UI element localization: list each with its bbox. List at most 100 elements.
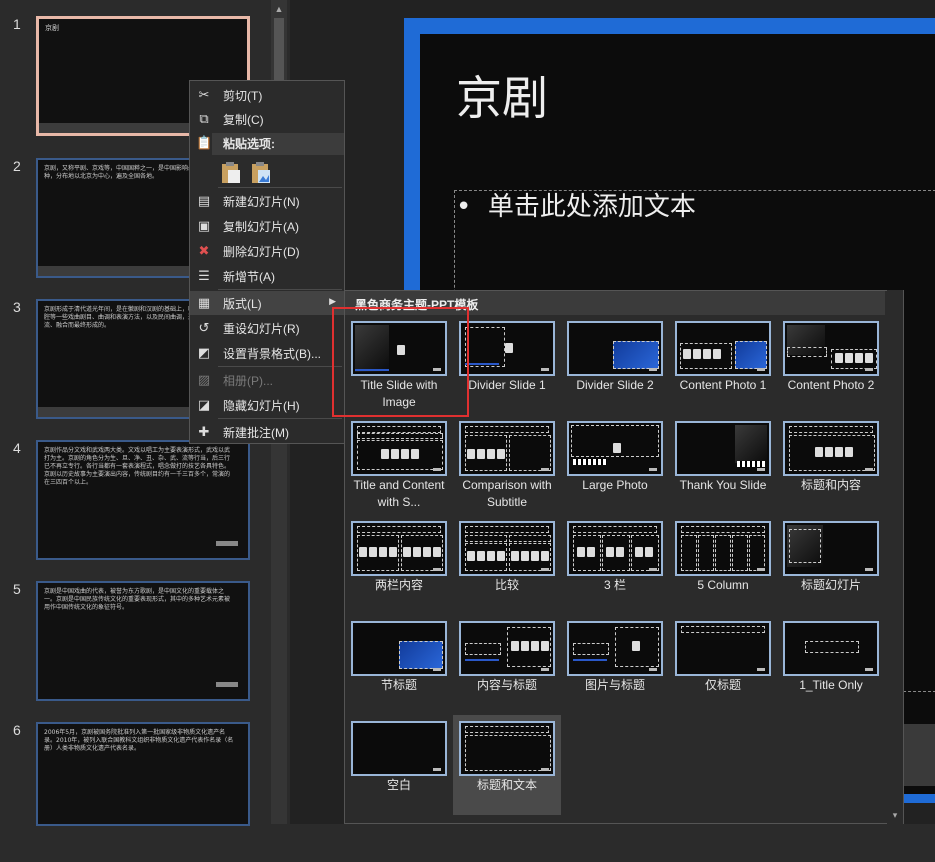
layout-name: Divider Slide 1 xyxy=(468,378,546,392)
layout-preview xyxy=(351,721,447,776)
layout-divider-slide-1[interactable]: Divider Slide 1 xyxy=(455,317,559,413)
menu-label: 新建批注(M) xyxy=(223,426,289,440)
slide-number: 3 xyxy=(13,299,21,315)
layout-content-photo-2[interactable]: Content Photo 2 xyxy=(779,317,883,413)
layout-preview xyxy=(351,621,447,676)
layout-picture-with-caption[interactable]: 图片与标题 xyxy=(563,617,667,713)
layout-name: 图片与标题 xyxy=(584,678,645,692)
layout-title-and-content-with-subtitle[interactable]: Title and Content with S... xyxy=(347,417,451,513)
layout-preview xyxy=(567,321,663,376)
layout-large-photo[interactable]: Large Photo xyxy=(563,417,667,513)
menu-item-format-background[interactable]: ◩ 设置背景格式(B)... xyxy=(190,341,344,365)
layout-divider-slide-2[interactable]: Divider Slide 2 xyxy=(563,317,667,413)
layout-title-and-content[interactable]: 标题和内容 xyxy=(779,417,883,513)
layout-section-header[interactable]: 节标题 xyxy=(347,617,451,713)
scroll-up-icon[interactable]: ▲ xyxy=(271,2,287,16)
menu-item-duplicate-slide[interactable]: ▣ 复制幻灯片(A) xyxy=(190,214,344,238)
menu-label: 删除幻灯片(D) xyxy=(223,245,300,259)
slide-preview-text: 京剧 xyxy=(45,24,59,32)
slide-title[interactable]: 京剧 xyxy=(456,62,548,128)
paste-picture-icon[interactable] xyxy=(250,161,272,185)
menu-label: 新建幻灯片(N) xyxy=(223,195,300,209)
layout-name: 1_Title Only xyxy=(799,678,863,692)
paste-keep-format-icon[interactable] xyxy=(220,161,242,185)
scissors-icon: ✂ xyxy=(198,87,210,102)
slide-preview-text: 2006年5月，京剧被国务院批准列入第一批国家级非物质文化遗产名录。2010年，… xyxy=(44,729,234,752)
layout-preview xyxy=(567,421,663,476)
menu-item-delete-slide[interactable]: ✖ 删除幻灯片(D) xyxy=(190,239,344,263)
layout-preview xyxy=(675,321,771,376)
layout-name: Comparison with Subtitle xyxy=(462,478,552,509)
layout-3-column[interactable]: 3 栏 xyxy=(563,517,667,613)
layout-preview xyxy=(459,621,555,676)
layout-name: 内容与标题 xyxy=(476,678,537,692)
layout-name: 空白 xyxy=(386,778,411,792)
menu-label: 复制幻灯片(A) xyxy=(223,220,299,234)
copy-icon: ⧉ xyxy=(199,111,209,126)
content-placeholder-text[interactable]: • 单击此处添加文本 xyxy=(456,186,696,223)
slide-number: 1 xyxy=(13,16,21,32)
layout-5-column[interactable]: 5 Column xyxy=(671,517,775,613)
hide-slide-icon: ◪ xyxy=(197,397,211,412)
layout-title-and-text[interactable]: 标题和文本 xyxy=(453,715,561,815)
layout-preview xyxy=(675,621,771,676)
slide-preview[interactable]: 京剧作品分文戏和武戏两大类。文戏以唱工为主要表演形式，武戏以武打为主。京剧的角色… xyxy=(36,440,250,560)
layout-content-photo-1[interactable]: Content Photo 1 xyxy=(671,317,775,413)
layout-name: 节标题 xyxy=(380,678,417,692)
layout-comparison-with-subtitle[interactable]: Comparison with Subtitle xyxy=(455,417,559,513)
menu-item-hide-slide[interactable]: ◪ 隐藏幻灯片(H) xyxy=(190,393,344,417)
layout-preview xyxy=(783,521,879,576)
layout-name: 标题和内容 xyxy=(800,478,861,492)
new-comment-icon: ✚ xyxy=(198,424,210,439)
layout-title-only[interactable]: 仅标题 xyxy=(671,617,775,713)
slide-number: 5 xyxy=(13,581,21,597)
menu-item-new-comment[interactable]: ✚ 新建批注(M) xyxy=(190,420,344,444)
layout-preview xyxy=(783,421,879,476)
menu-item-layout[interactable]: ▦ 版式(L) ▶ xyxy=(190,291,344,315)
slide-preview[interactable]: 2006年5月，京剧被国务院批准列入第一批国家级非物质文化遗产名录。2010年，… xyxy=(36,722,250,826)
menu-label: 新增节(A) xyxy=(223,270,275,284)
logo xyxy=(216,541,238,546)
menu-item-photo-album: ▨ 相册(P)... xyxy=(190,368,344,392)
delete-slide-icon: ✖ xyxy=(198,243,210,258)
gallery-scrollbar[interactable]: ▾ xyxy=(887,290,903,824)
slide-thumbnail-6[interactable]: 6 2006年5月，京剧被国务院批准列入第一批国家级非物质文化遗产名录。2010… xyxy=(0,722,270,862)
reset-slide-icon: ↺ xyxy=(198,320,210,335)
layout-preview xyxy=(567,521,663,576)
layout-name: Title and Content with S... xyxy=(353,478,445,509)
layout-1-title-only[interactable]: 1_Title Only xyxy=(779,617,883,713)
slide-number: 2 xyxy=(13,158,21,174)
slide-preview[interactable]: 京剧是中国戏曲的代表，被誉为东方歌剧，是中国文化的重要载体之一。京剧是中国民族传… xyxy=(36,581,250,701)
notes-area[interactable] xyxy=(904,724,935,786)
clipboard-icon: 📋 xyxy=(196,135,213,150)
photo-album-icon: ▨ xyxy=(197,372,211,387)
layout-blank[interactable]: 空白 xyxy=(347,717,451,813)
menu-item-add-section[interactable]: ☰ 新增节(A) xyxy=(190,264,344,288)
layout-content-with-caption[interactable]: 内容与标题 xyxy=(455,617,559,713)
layout-thank-you-slide[interactable]: Thank You Slide xyxy=(671,417,775,513)
slide-thumbnail-5[interactable]: 5 京剧是中国戏曲的代表，被誉为东方歌剧，是中国文化的重要载体之一。京剧是中国民… xyxy=(0,581,270,721)
layout-comparison[interactable]: 比较 xyxy=(455,517,559,613)
context-menu: ✂ 剪切(T) ⧉ 复制(C) 📋 粘贴选项: ▤ 新建幻灯片(N) ▣ 复制幻… xyxy=(189,80,345,444)
layout-preview xyxy=(459,721,555,776)
slide-thumbnail-4[interactable]: 4 京剧作品分文戏和武戏两大类。文戏以唱工为主要表演形式，武戏以武打为主。京剧的… xyxy=(0,440,270,580)
menu-separator xyxy=(218,418,342,419)
menu-item-new-slide[interactable]: ▤ 新建幻灯片(N) xyxy=(190,189,344,213)
layout-preview xyxy=(351,421,447,476)
layout-name: 5 Column xyxy=(697,578,749,592)
menu-label: 剪切(T) xyxy=(223,89,263,103)
layout-name: Content Photo 2 xyxy=(787,378,875,392)
layout-two-content[interactable]: 两栏内容 xyxy=(347,517,451,613)
layout-title-slide[interactable]: 标题幻灯片 xyxy=(779,517,883,613)
layout-preview xyxy=(783,321,879,376)
layout-name: 比较 xyxy=(494,578,519,592)
highlight-box xyxy=(332,307,469,417)
menu-label: 粘贴选项: xyxy=(223,137,275,151)
menu-item-copy[interactable]: ⧉ 复制(C) xyxy=(190,107,344,131)
scroll-down-icon[interactable]: ▾ xyxy=(887,808,903,822)
menu-label: 设置背景格式(B)... xyxy=(223,347,321,361)
layout-name: 标题幻灯片 xyxy=(800,578,861,592)
menu-item-cut[interactable]: ✂ 剪切(T) xyxy=(190,83,344,107)
menu-item-reset-slide[interactable]: ↺ 重设幻灯片(R) xyxy=(190,316,344,340)
layout-preview xyxy=(351,521,447,576)
